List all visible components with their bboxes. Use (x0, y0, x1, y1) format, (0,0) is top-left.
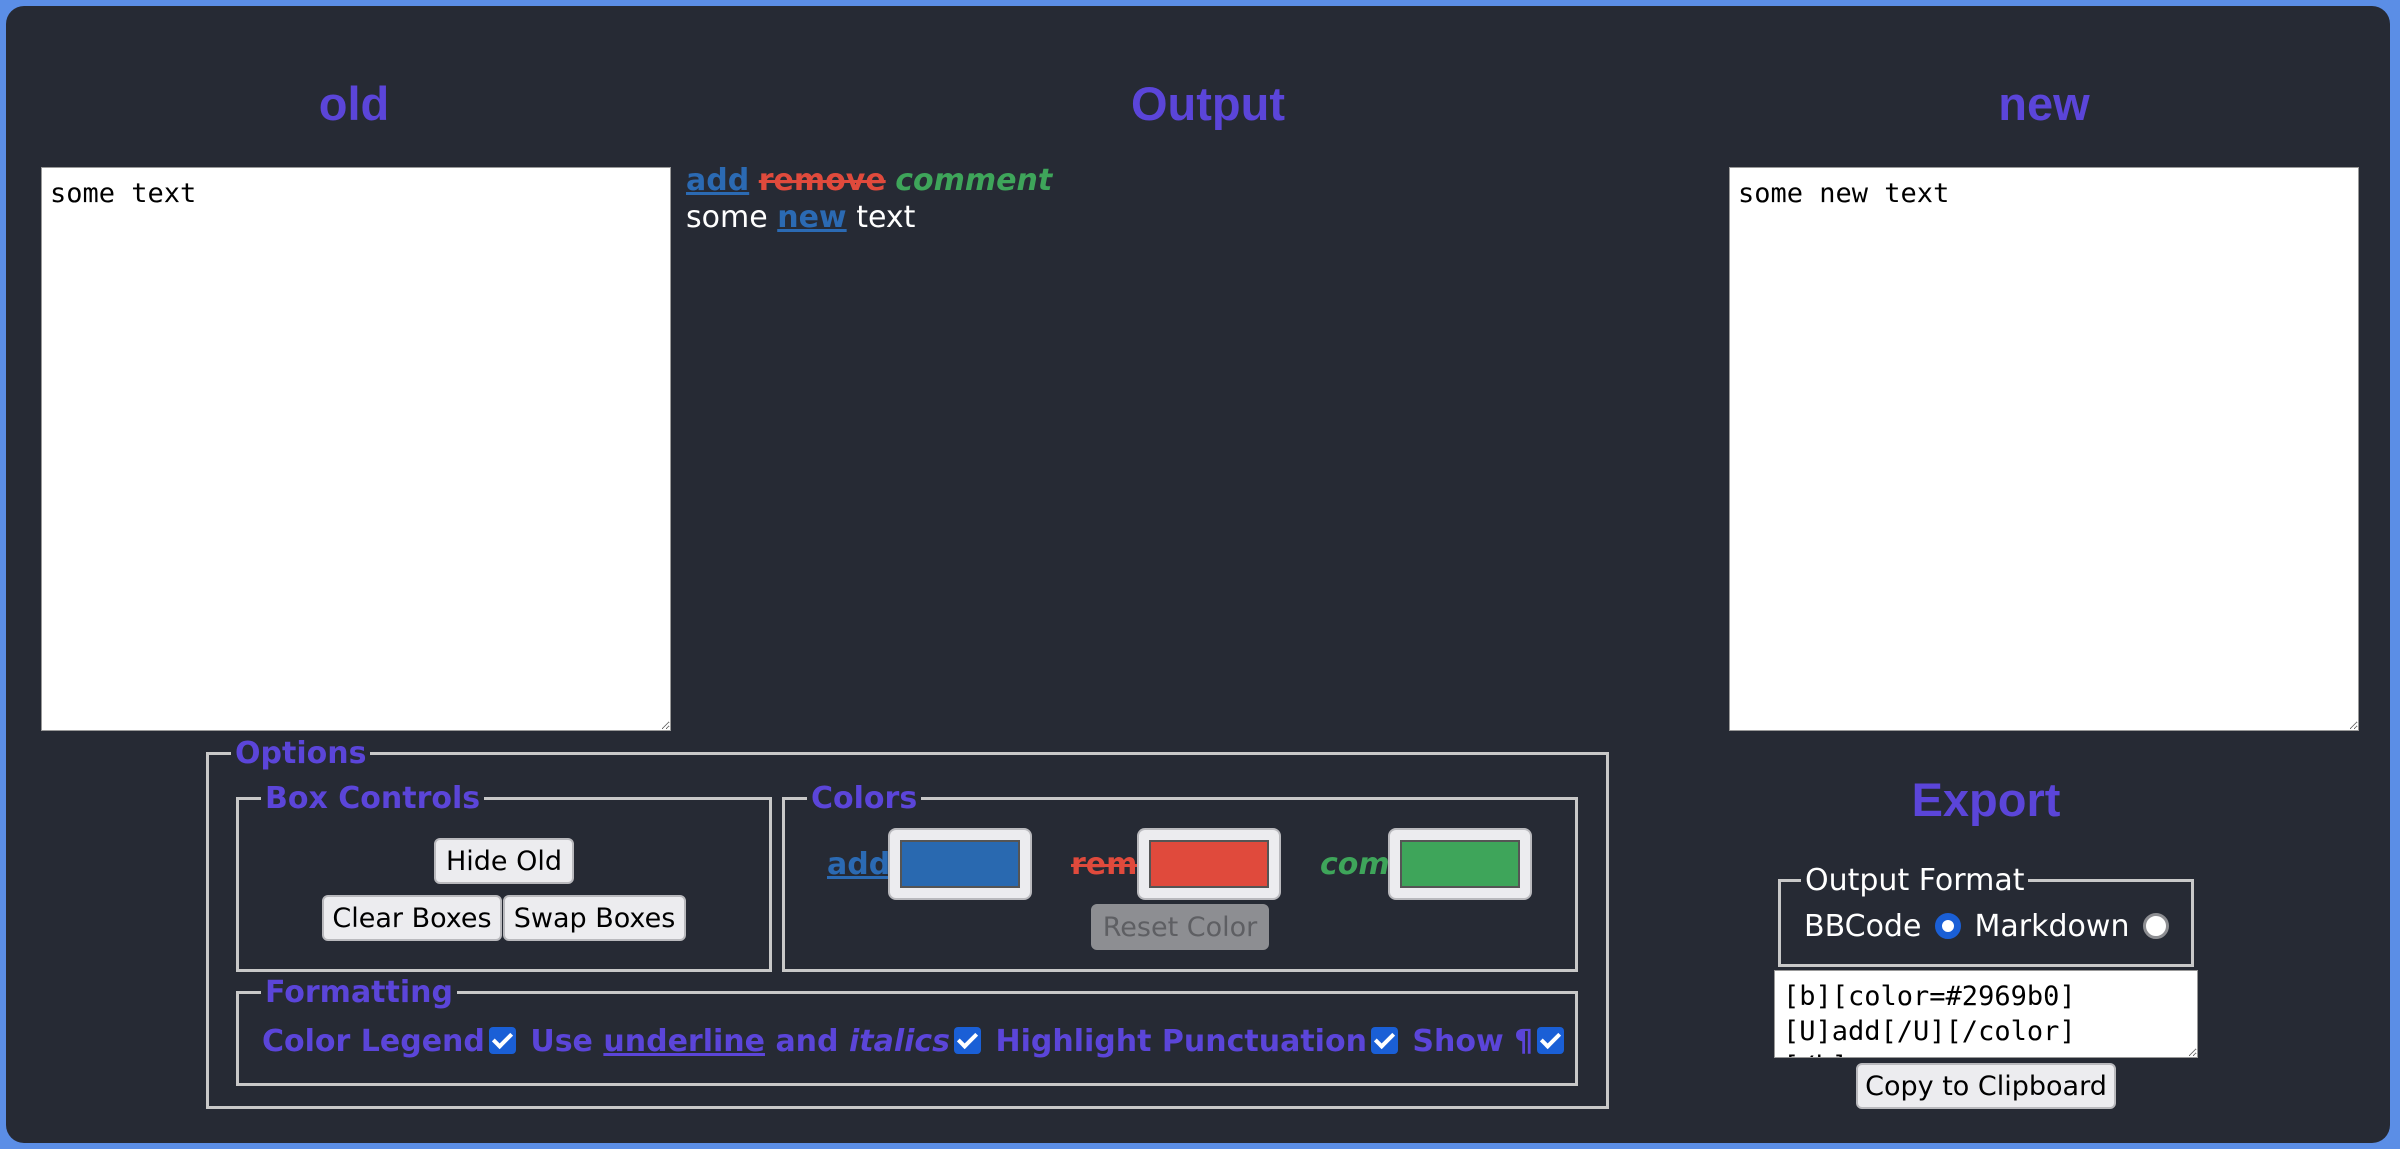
new-title: new (1998, 77, 2090, 130)
export-title: Export (1911, 773, 2061, 826)
italics-label: italics (848, 1024, 951, 1059)
output-diff-line: some new text (686, 199, 1666, 236)
color-remove-label: rem (1071, 847, 1138, 882)
remove-color-swatch (1149, 840, 1269, 888)
color-legend-label: Color Legend (262, 1024, 485, 1059)
bbcode-label: BBCode (1804, 909, 1922, 944)
markdown-label: Markdown (1974, 909, 2130, 944)
formatting-options: Color Legend Use underline and italics H… (262, 1024, 1568, 1059)
legend-remove: remove (758, 163, 886, 198)
markdown-radio[interactable] (2143, 913, 2169, 939)
remove-color-picker[interactable] (1137, 828, 1281, 900)
options-legend: Options (235, 736, 367, 771)
show-pilcrow-label: Show ¶ (1412, 1024, 1534, 1059)
underline-label: underline (603, 1024, 765, 1059)
diff-output: add remove comment some new text (686, 162, 1666, 236)
comment-color-swatch (1400, 840, 1520, 888)
diff-unchanged-prefix: some (686, 200, 768, 235)
new-text-input[interactable]: some new text (1729, 167, 2359, 731)
underline-italics-checkbox[interactable] (954, 1027, 982, 1054)
color-add-label: add (827, 847, 891, 882)
diff-unchanged-suffix: text (856, 200, 916, 235)
old-title: old (318, 77, 390, 130)
legend-add: add (686, 163, 750, 198)
color-legend-checkbox[interactable] (488, 1027, 516, 1054)
highlight-punctuation-label: Highlight Punctuation (995, 1024, 1367, 1059)
copy-to-clipboard-button[interactable]: Copy to Clipboard (1856, 1063, 2116, 1109)
hide-old-button[interactable]: Hide Old (434, 838, 574, 884)
swap-boxes-button[interactable]: Swap Boxes (503, 895, 686, 941)
use-label: Use (530, 1024, 593, 1059)
export-code-output[interactable]: [b][color=#2969b0] [U]add[/U][/color] [/… (1774, 970, 2198, 1058)
output-format-legend: Output Format (1805, 863, 2025, 898)
add-color-swatch (900, 840, 1020, 888)
reset-color-button[interactable]: Reset Color (1091, 904, 1269, 950)
show-pilcrow-checkbox[interactable] (1537, 1027, 1565, 1054)
diff-added-word: new (777, 200, 847, 235)
colors-legend: Colors (811, 781, 918, 816)
add-color-picker[interactable] (888, 828, 1032, 900)
format-options: BBCode Markdown (1804, 909, 2173, 944)
clear-boxes-button[interactable]: Clear Boxes (322, 895, 502, 941)
legend-comment: comment (895, 163, 1053, 198)
box-controls-legend: Box Controls (265, 781, 481, 816)
and-label: and (775, 1024, 839, 1059)
old-text-input[interactable]: some text (41, 167, 671, 731)
output-legend-line: add remove comment (686, 162, 1666, 199)
color-comment-label: com (1320, 847, 1390, 882)
highlight-punctuation-checkbox[interactable] (1370, 1027, 1398, 1054)
output-title: Output (1131, 77, 1285, 130)
bbcode-radio[interactable] (1934, 913, 1961, 939)
formatting-legend: Formatting (265, 975, 453, 1010)
comment-color-picker[interactable] (1388, 828, 1532, 900)
